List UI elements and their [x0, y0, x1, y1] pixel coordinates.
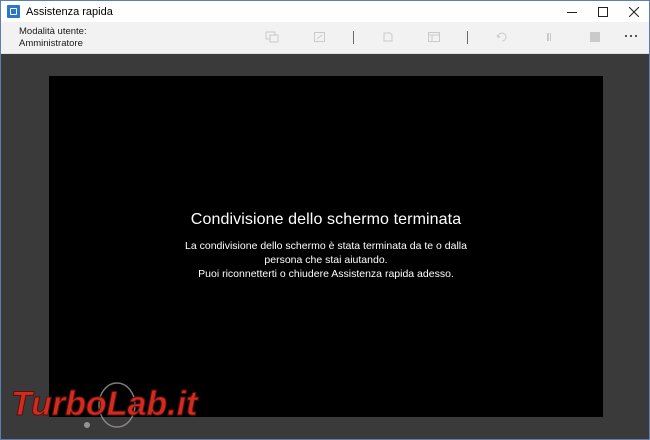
- user-mode-value: Amministratore: [19, 38, 83, 49]
- quick-assist-icon: [7, 5, 20, 18]
- message-line-1: La condivisione dello schermo è stata te…: [185, 240, 467, 252]
- remote-screen-view: Condivisione dello schermo terminata La …: [49, 76, 603, 417]
- maximize-icon: [597, 6, 608, 17]
- reconnect-icon[interactable]: [495, 30, 509, 44]
- title-bar[interactable]: Assistenza rapida: [1, 1, 649, 22]
- session-ended-message: Condivisione dello schermo terminata La …: [49, 211, 603, 281]
- user-mode-caption: Modalità utente:: [19, 26, 87, 37]
- maximize-button[interactable]: [587, 1, 618, 22]
- window-title: Assistenza rapida: [26, 5, 113, 18]
- user-mode-label: Modalità utente: Amministratore: [19, 26, 87, 50]
- message-body: La condivisione dello schermo è stata te…: [49, 239, 603, 281]
- quick-assist-window: Assistenza rapida Modalità utente: Ammin…: [0, 0, 650, 440]
- stop-icon[interactable]: [588, 30, 602, 44]
- close-button[interactable]: [618, 1, 649, 22]
- message-line-3: Puoi riconnetterti o chiudere Assistenza…: [198, 268, 454, 280]
- toolbar-separator: [467, 31, 468, 44]
- message-title: Condivisione dello schermo terminata: [190, 211, 462, 228]
- toolbar-separator: [353, 31, 354, 44]
- more-options-icon[interactable]: [623, 28, 639, 44]
- select-monitor-icon[interactable]: [265, 30, 279, 44]
- window-controls: [556, 1, 649, 22]
- toolbar: Modalità utente: Amministratore: [1, 22, 649, 54]
- message-line-2: persona che stai aiutando.: [264, 254, 388, 266]
- fit-screen-icon[interactable]: [381, 30, 395, 44]
- close-icon: [628, 6, 639, 17]
- task-manager-icon[interactable]: [427, 30, 441, 44]
- minimize-button[interactable]: [556, 1, 587, 22]
- pause-icon[interactable]: [542, 30, 556, 44]
- annotate-icon[interactable]: [313, 30, 327, 44]
- minimize-icon: [566, 11, 577, 13]
